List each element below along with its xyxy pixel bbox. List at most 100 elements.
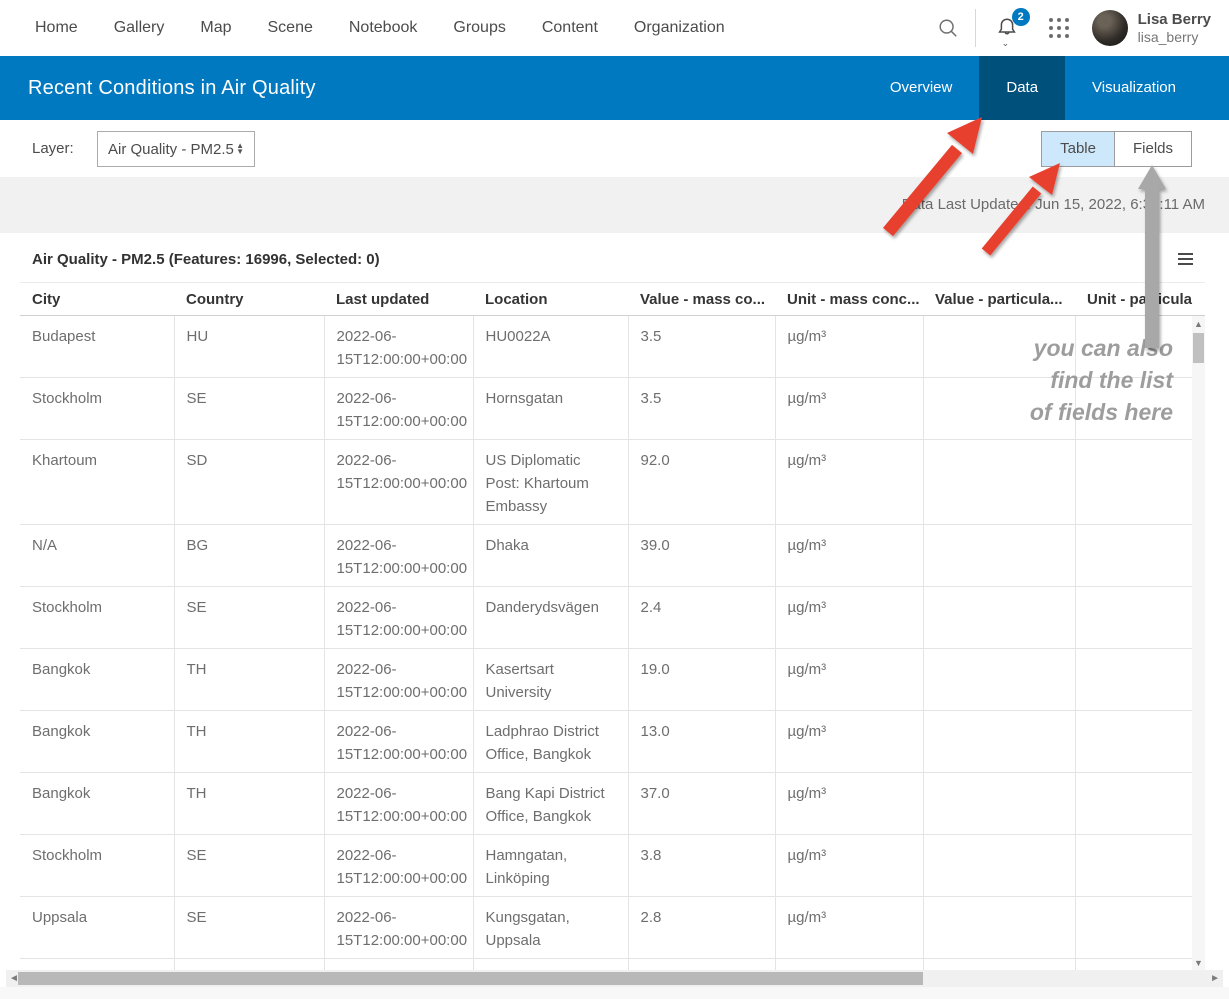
nav-item-content[interactable]: Content (542, 19, 598, 37)
nav-item-gallery[interactable]: Gallery (114, 19, 165, 37)
note-line: find the list (1050, 367, 1173, 393)
table-cell (1075, 586, 1205, 649)
table-cell: 39.0 (628, 524, 776, 587)
table-row[interactable]: Khartoum SD 2022-06-15T12:00:00+00:00 US Di… (20, 439, 1205, 525)
table-options-icon[interactable] (1178, 253, 1193, 268)
table-titlebar: Air Quality - PM2.5 (Features: 16996, Se… (20, 237, 1205, 283)
table-row[interactable]: N/A BG 2022-06-15T12:00:00+00:00 Dhaka 39.0 µ… (20, 524, 1205, 587)
layer-select-value: Air Quality - PM2.5 (108, 140, 234, 158)
table-cell (923, 772, 1076, 835)
page-title: Recent Conditions in Air Quality (28, 76, 316, 99)
table-cell: SD (174, 439, 325, 525)
nav-items: Home Gallery Map Scene Notebook Groups Content… (35, 0, 725, 56)
nav-item-notebook[interactable]: Notebook (349, 19, 418, 37)
layer-bar: Layer: Air Quality - PM2.5 ▲ ▼ Table Field… (0, 120, 1229, 177)
table-cell: SE (174, 377, 325, 440)
nav-item-home[interactable]: Home (35, 19, 78, 37)
table-cell: HU (174, 315, 325, 378)
table-cell (923, 586, 1076, 649)
table-cell (923, 439, 1076, 525)
vertical-scrollbar[interactable]: ▲ ▼ (1192, 315, 1205, 971)
table-cell (923, 958, 1076, 971)
table-cell: SE (174, 958, 325, 971)
table-cell: 2022-06-15T12:00:00+00:00 (324, 377, 474, 440)
table-cell: Dhaka (473, 524, 629, 587)
column-header-country[interactable]: Country (174, 283, 324, 316)
table-cell: SE (174, 586, 325, 649)
table-cell: 3.8 (628, 834, 776, 897)
column-header-unit-mass-conc-[interactable]: Unit - mass conc... (775, 283, 923, 316)
horizontal-scrollbar-thumb[interactable] (18, 972, 923, 985)
user-block[interactable]: Lisa Berry lisa_berry (1138, 10, 1211, 46)
scroll-right-icon[interactable]: ► (1210, 971, 1220, 986)
column-header-city[interactable]: City (20, 283, 174, 316)
table-cell: Hornsgatan (473, 377, 629, 440)
table-row[interactable]: Uppsala SE 2022-06-15T12:00:00+00:00 Kungsg… (20, 896, 1205, 959)
item-header-bar: Recent Conditions in Air Quality Overvie… (0, 56, 1229, 120)
table-cell: 92.0 (628, 439, 776, 525)
user-name: Lisa Berry (1137, 11, 1211, 28)
table-cell: µg/m³ (775, 586, 924, 649)
table-cell: Ladphrao District Office, Bangkok (473, 710, 629, 773)
table-cell: 2022-06-15T12:00:00+00:00 (324, 648, 474, 711)
select-spinner-icon: ▲ ▼ (236, 141, 244, 156)
note-line: you can also (1033, 335, 1173, 361)
column-header-location[interactable]: Location (473, 283, 628, 316)
nav-item-organization[interactable]: Organization (634, 19, 725, 37)
search-icon[interactable] (931, 11, 965, 45)
scroll-down-icon[interactable]: ▼ (1192, 958, 1205, 968)
vertical-scrollbar-thumb[interactable] (1193, 332, 1204, 363)
horizontal-scrollbar[interactable]: ◄ ► (6, 970, 1223, 987)
tab-overview[interactable]: Overview (863, 56, 980, 120)
table-cell: 2022-06-15T12:00:00+00:00 (324, 586, 474, 649)
data-last-updated: Data Last Updated: Jun 15, 2022, 6:37:11… (901, 196, 1205, 213)
chevron-down-icon: ⌄ (1001, 38, 1010, 48)
table-cell: 3.3 (628, 958, 776, 971)
table-cell: µg/m³ (775, 710, 924, 773)
user-login: lisa_berry (1137, 29, 1199, 45)
table-cell (923, 648, 1076, 711)
nav-item-scene[interactable]: Scene (268, 19, 313, 37)
tab-visualization[interactable]: Visualization (1065, 56, 1203, 120)
table-cell: Bangkok (20, 710, 175, 773)
table-row[interactable]: StockholmSE2022-06-15T12:00:00+00:00Tule… (20, 958, 1205, 971)
table-cell: 2022-06-15T12:00:00+00:00 (324, 958, 474, 971)
app-grid-icon[interactable] (1042, 11, 1076, 45)
table-cell (1075, 834, 1205, 897)
table-row[interactable]: Stockholm SE 2022-06-15T12:00:00+00:00 Dand… (20, 586, 1205, 649)
column-header-unit-particula[interactable]: Unit - particula (1075, 283, 1205, 316)
table-cell: Kungsgatan, Uppsala (473, 896, 629, 959)
table-row[interactable]: Bangkok TH 2022-06-15T12:00:00+00:00 Kasert… (20, 648, 1205, 711)
table-cell (1075, 896, 1205, 959)
table-header-row: City Country Last updated Location Value - m… (20, 283, 1205, 316)
nav-item-groups[interactable]: Groups (453, 19, 505, 37)
table-cell: HU0022A (473, 315, 629, 378)
table-cell: Stockholm (20, 586, 175, 649)
table-cell: Kasertsart University (473, 648, 629, 711)
table-cell: SE (174, 834, 325, 897)
fields-button[interactable]: Fields (1113, 132, 1191, 166)
avatar[interactable] (1091, 10, 1128, 46)
table-cell: 2022-06-15T12:00:00+00:00 (324, 834, 474, 897)
table-cell (1075, 524, 1205, 587)
table-cell: Danderydsvägen (473, 586, 629, 649)
column-header-last-updated[interactable]: Last updated (324, 283, 473, 316)
table-row[interactable]: Bangkok TH 2022-06-15T12:00:00+00:00 Bang K… (20, 772, 1205, 835)
table-row[interactable]: Stockholm SE 2022-06-15T12:00:00+00:00 Hamn… (20, 834, 1205, 897)
column-header-value-mass-co-[interactable]: Value - mass co... (628, 283, 775, 316)
layer-select[interactable]: Air Quality - PM2.5 ▲ ▼ (97, 131, 255, 167)
tab-data[interactable]: Data (979, 56, 1066, 120)
scroll-up-icon[interactable]: ▲ (1192, 319, 1205, 329)
table-cell: Khartoum (20, 439, 175, 525)
table-cell (1075, 648, 1205, 711)
column-header-value-particula-[interactable]: Value - particula... (923, 283, 1075, 316)
table-row[interactable]: Bangkok TH 2022-06-15T12:00:00+00:00 Ladphr… (20, 710, 1205, 773)
notifications-bell-icon[interactable]: 2 ⌄ (990, 8, 1030, 48)
table-cell: TH (174, 648, 325, 711)
table-cell: 2022-06-15T12:00:00+00:00 (324, 524, 474, 587)
table-cell: 3.5 (628, 315, 776, 378)
table-button[interactable]: Table (1042, 132, 1114, 166)
nav-item-map[interactable]: Map (200, 19, 231, 37)
table-cell: Uppsala (20, 896, 175, 959)
layer-label: Layer: (32, 140, 74, 157)
